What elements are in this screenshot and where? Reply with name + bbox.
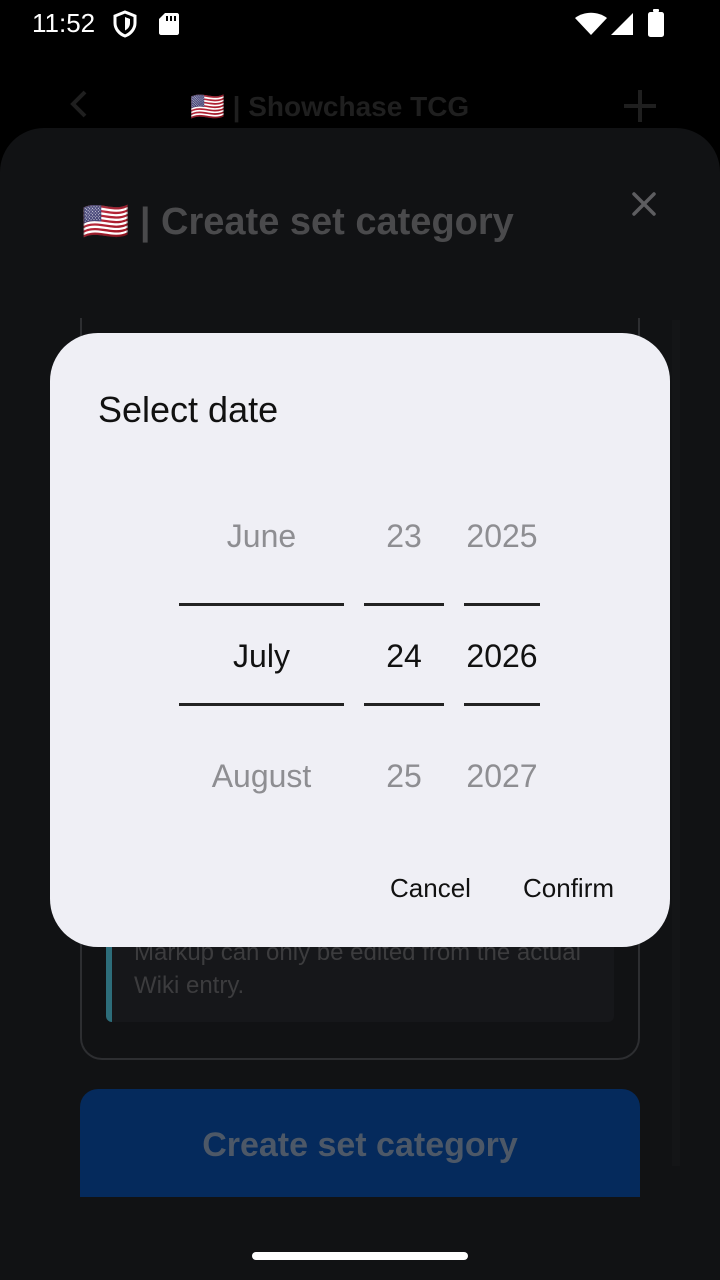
scrollbar[interactable] xyxy=(672,320,680,1166)
app-title: 🇺🇸 | Showchase TCG xyxy=(190,91,470,122)
picker-divider xyxy=(364,603,444,606)
year-prev[interactable]: 2025 xyxy=(464,516,540,556)
day-prev[interactable]: 23 xyxy=(364,516,444,556)
confirm-button[interactable]: Confirm xyxy=(523,873,614,904)
signal-icon xyxy=(611,13,633,35)
sd-card-icon xyxy=(159,13,179,35)
day-selected[interactable]: 24 xyxy=(364,636,444,676)
month-prev[interactable]: June xyxy=(179,516,344,556)
add-icon[interactable] xyxy=(622,88,658,124)
year-next[interactable]: 2027 xyxy=(464,756,540,796)
picker-divider xyxy=(179,603,344,606)
day-picker[interactable]: 23 24 25 xyxy=(364,513,444,796)
dialog-title: Select date xyxy=(98,389,279,430)
day-next[interactable]: 25 xyxy=(364,756,444,796)
home-indicator[interactable] xyxy=(252,1252,468,1260)
screen: 11:52 🇺🇸 | Showchase TCG 🇺🇸 | Create set… xyxy=(0,0,720,1280)
picker-divider xyxy=(464,703,540,706)
month-next[interactable]: August xyxy=(179,756,344,796)
sheet-title: 🇺🇸 | Create set category xyxy=(82,201,514,243)
shield-icon xyxy=(113,10,137,38)
picker-divider xyxy=(179,703,344,706)
cancel-button[interactable]: Cancel xyxy=(390,873,471,904)
close-icon[interactable] xyxy=(628,188,660,220)
picker-divider xyxy=(364,703,444,706)
year-picker[interactable]: 2025 2026 2027 xyxy=(464,513,540,796)
back-arrow-icon[interactable] xyxy=(64,88,96,120)
status-time: 11:52 xyxy=(32,8,96,38)
picker-divider xyxy=(464,603,540,606)
battery-icon xyxy=(648,9,664,37)
select-date-dialog: Select date June July August 23 24 25 20… xyxy=(50,333,670,947)
status-bar: 11:52 xyxy=(0,0,720,48)
month-picker[interactable]: June July August xyxy=(179,513,344,796)
wifi-icon xyxy=(575,12,607,35)
create-set-category-button[interactable]: Create set category xyxy=(80,1089,640,1197)
month-selected[interactable]: July xyxy=(179,636,344,676)
year-selected[interactable]: 2026 xyxy=(464,636,540,676)
